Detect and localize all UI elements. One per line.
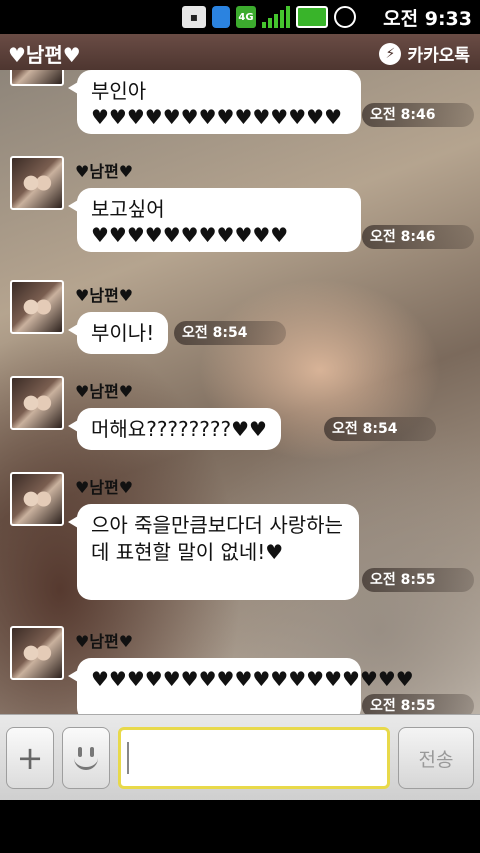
message-input-bar: + 전송 xyxy=(0,714,480,801)
sender-avatar[interactable] xyxy=(10,280,64,334)
message-input[interactable] xyxy=(118,727,390,789)
kakao-bolt-icon: ⚡ xyxy=(379,42,402,65)
app-brand[interactable]: ⚡ 카카오톡 xyxy=(379,41,470,66)
message-bubble[interactable]: 부이나! xyxy=(67,312,169,354)
sender-avatar[interactable] xyxy=(10,472,64,526)
sender-name: ♥남편♥ xyxy=(75,478,134,497)
message-time: 오전 8:55 xyxy=(362,694,474,714)
sender-avatar[interactable] xyxy=(10,156,64,210)
chat-area[interactable]: 부인아♥♥♥♥♥♥♥♥♥♥♥♥♥♥ 오전 8:46 ♥남편♥ 보고싶어♥♥♥♥♥… xyxy=(0,70,480,714)
bottom-bar xyxy=(0,800,480,853)
message-time: 오전 8:46 xyxy=(362,225,474,249)
message-bubble[interactable]: ♥♥♥♥♥♥♥♥♥♥♥♥♥♥♥♥♥♥ xyxy=(68,658,414,714)
message-bubble[interactable]: 으아 죽을만큼보다더 사랑하는데 표현할 말이 없네!♥ xyxy=(68,504,359,600)
message-bubble[interactable]: 머해요????????♥♥ xyxy=(68,408,281,450)
plus-icon: + xyxy=(16,739,44,777)
signal-strength-icon xyxy=(262,6,290,28)
send-button[interactable]: 전송 xyxy=(398,727,474,789)
status-bar: ▪ 4G 오전 9:33 xyxy=(0,0,480,34)
message-time: 오전 8:54 xyxy=(324,417,436,441)
status-time: 오전 9:33 xyxy=(383,8,472,30)
attach-plus-button[interactable]: + xyxy=(6,727,54,789)
chat-header: ♥남편♥ ⚡ 카카오톡 xyxy=(0,34,480,70)
sender-name: ♥남편♥ xyxy=(75,632,134,651)
smiley-icon xyxy=(71,743,101,773)
phone-notification-icon xyxy=(212,6,230,28)
sender-avatar[interactable] xyxy=(10,70,64,86)
message-bubble[interactable]: 보고싶어♥♥♥♥♥♥♥♥♥♥♥ xyxy=(68,188,361,252)
sender-name: ♥남편♥ xyxy=(75,382,134,401)
message-time: 오전 8:54 xyxy=(174,321,286,345)
message-time: 오전 8:46 xyxy=(362,103,474,127)
status-icons: ▪ 4G xyxy=(182,4,356,30)
message-time: 오전 8:55 xyxy=(362,568,474,592)
chat-title: ♥남편♥ xyxy=(8,43,81,67)
message-bubble[interactable]: 부인아♥♥♥♥♥♥♥♥♥♥♥♥♥♥ xyxy=(68,70,361,134)
sender-avatar[interactable] xyxy=(10,376,64,430)
sender-avatar[interactable] xyxy=(10,626,64,680)
sender-name: ♥남편♥ xyxy=(75,162,134,181)
sender-name: ♥남편♥ xyxy=(75,286,134,305)
app-name: 카카오톡 xyxy=(407,46,470,66)
network-4g-icon: 4G xyxy=(236,6,256,28)
emoticon-button[interactable] xyxy=(62,727,110,789)
alarm-icon xyxy=(334,6,356,28)
gallery-notification-icon: ▪ xyxy=(182,6,206,28)
battery-icon xyxy=(296,6,328,28)
